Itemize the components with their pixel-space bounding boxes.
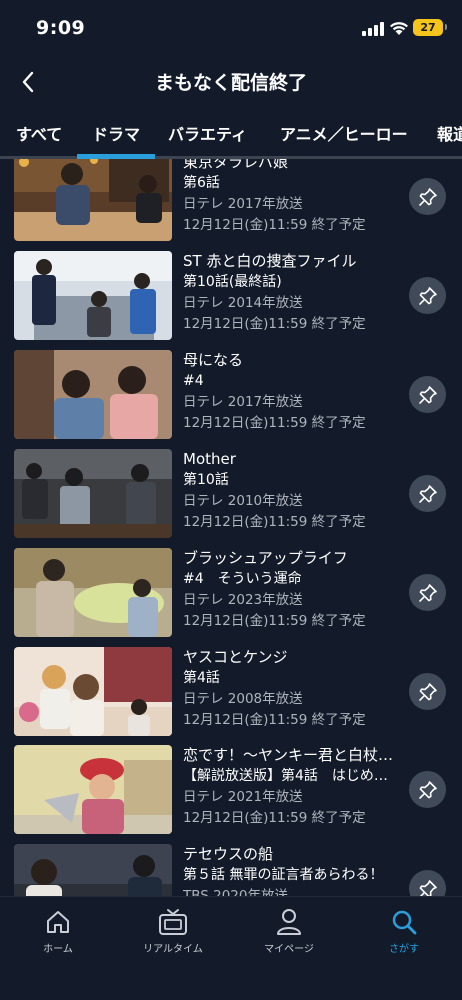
thumbnail-image <box>14 159 172 241</box>
item-episode: 第10話 <box>183 472 229 488</box>
nav-mypage[interactable]: マイページ <box>239 907 339 955</box>
item-episode: 【解説放送版】第4話 はじめ… <box>183 768 388 784</box>
list-item[interactable]: ブラッシュアップライフ #4 そういう運命 日テレ 2023年放送 12月12日… <box>0 548 462 640</box>
pin-button[interactable] <box>409 376 446 413</box>
list-item[interactable]: ST 赤と白の捜査ファイル 第10話(最終話) 日テレ 2014年放送 12月1… <box>0 251 462 343</box>
item-episode: #4 そういう運命 <box>183 571 302 587</box>
nav-home-label: ホーム <box>43 944 73 955</box>
item-broadcast: 日テレ 2023年放送 <box>183 592 303 608</box>
pin-icon <box>418 187 437 206</box>
thumbnail-image <box>14 449 172 538</box>
list-item[interactable]: 恋です！〜ヤンキー君と白杖… 【解説放送版】第4話 はじめ… 日テレ 2021年… <box>0 745 462 837</box>
item-title: テセウスの船 <box>183 845 274 863</box>
item-end-date: 12月12日(金)11:59 終了予定 <box>183 217 366 233</box>
item-end-date: 12月12日(金)11:59 終了予定 <box>183 712 366 728</box>
category-tabs: すべて ドラマ バラエティ アニメ／ヒーロー 報道 <box>0 112 462 158</box>
list-item[interactable]: 東京タラレバ娘 第6話 日テレ 2017年放送 12月12日(金)11:59 終… <box>0 159 462 244</box>
nav-mypage-label: マイページ <box>264 944 314 955</box>
list-item[interactable]: ヤスコとケンジ 第4話 日テレ 2008年放送 12月12日(金)11:59 終… <box>0 647 462 739</box>
pin-icon <box>418 879 437 896</box>
pin-button[interactable] <box>409 771 446 808</box>
pin-icon <box>418 583 437 602</box>
home-icon <box>47 911 69 933</box>
item-title: ブラッシュアップライフ <box>183 549 348 567</box>
item-episode: 第4話 <box>183 670 220 686</box>
item-broadcast: 日テレ 2017年放送 <box>183 196 303 212</box>
item-end-date: 12月12日(金)11:59 終了予定 <box>183 316 366 332</box>
item-broadcast: 日テレ 2021年放送 <box>183 789 303 805</box>
thumbnail-image <box>14 251 172 340</box>
item-title: 母になる <box>183 351 244 369</box>
pin-icon <box>418 682 437 701</box>
person-icon <box>277 909 301 935</box>
tab-news[interactable]: 報道 <box>437 112 462 152</box>
pin-button[interactable] <box>409 574 446 611</box>
item-episode: 第５話 無罪の証言者あらわる！ <box>183 867 384 883</box>
nav-search[interactable]: さがす <box>354 907 454 955</box>
program-list[interactable]: 東京タラレバ娘 第6話 日テレ 2017年放送 12月12日(金)11:59 終… <box>0 159 462 896</box>
pin-button[interactable] <box>409 870 446 896</box>
thumbnail-image <box>14 350 172 439</box>
item-episode: 第10話(最終話) <box>183 274 282 290</box>
signal-icon <box>362 22 384 36</box>
item-end-date: 12月12日(金)11:59 終了予定 <box>183 810 366 826</box>
battery-icon: 27 <box>413 19 447 36</box>
nav-search-label: さがす <box>389 944 419 955</box>
wifi-icon <box>390 22 408 35</box>
tv-icon <box>159 909 187 935</box>
item-title: 東京タラレバ娘 <box>183 159 289 171</box>
nav-home[interactable]: ホーム <box>8 907 108 955</box>
tab-variety[interactable]: バラエティ <box>168 112 247 152</box>
pin-button[interactable] <box>409 178 446 215</box>
item-broadcast: 日テレ 2008年放送 <box>183 691 303 707</box>
list-item[interactable]: 母になる #4 日テレ 2017年放送 12月12日(金)11:59 終了予定 <box>0 350 462 442</box>
page-title: まもなく配信終了 <box>154 72 307 94</box>
pin-button[interactable] <box>409 673 446 710</box>
pin-button[interactable] <box>409 277 446 314</box>
status-bar: 9:09 27 <box>0 0 462 56</box>
pin-icon <box>418 286 437 305</box>
tab-drama[interactable]: ドラマ <box>92 112 140 152</box>
search-icon <box>392 910 417 935</box>
item-broadcast: 日テレ 2014年放送 <box>183 295 303 311</box>
thumbnail-image <box>14 548 172 637</box>
item-broadcast: 日テレ 2017年放送 <box>183 394 303 410</box>
pin-icon <box>418 780 437 799</box>
tab-anime-hero[interactable]: アニメ／ヒーロー <box>280 112 408 152</box>
nav-realtime[interactable]: リアルタイム <box>123 907 223 955</box>
pin-button[interactable] <box>409 475 446 512</box>
item-end-date: 12月12日(金)11:59 終了予定 <box>183 514 366 530</box>
thumbnail-image <box>14 844 172 896</box>
nav-realtime-label: リアルタイム <box>143 944 203 955</box>
thumbnail-image <box>14 647 172 736</box>
item-end-date: 12月12日(金)11:59 終了予定 <box>183 613 366 629</box>
item-title: Mother <box>183 450 236 468</box>
pin-icon <box>418 385 437 404</box>
list-item[interactable]: テセウスの船 第５話 無罪の証言者あらわる！ TBS 2020年放送 <box>0 844 462 896</box>
item-end-date: 12月12日(金)11:59 終了予定 <box>183 415 366 431</box>
list-item[interactable]: Mother 第10話 日テレ 2010年放送 12月12日(金)11:59 終… <box>0 449 462 541</box>
status-time: 9:09 <box>36 17 86 39</box>
item-title: 恋です！〜ヤンキー君と白杖… <box>183 746 394 764</box>
tab-all[interactable]: すべて <box>16 112 62 152</box>
item-episode: 第6話 <box>183 175 220 191</box>
item-title: ヤスコとケンジ <box>183 648 288 666</box>
bottom-nav: ホーム リアルタイム マイページ さがす <box>0 896 462 1000</box>
item-title: ST 赤と白の捜査ファイル <box>183 252 357 270</box>
pin-icon <box>418 484 437 503</box>
item-broadcast: TBS 2020年放送 <box>183 888 288 896</box>
item-episode: #4 <box>183 373 204 389</box>
item-broadcast: 日テレ 2010年放送 <box>183 493 303 509</box>
thumbnail-image <box>14 745 172 834</box>
